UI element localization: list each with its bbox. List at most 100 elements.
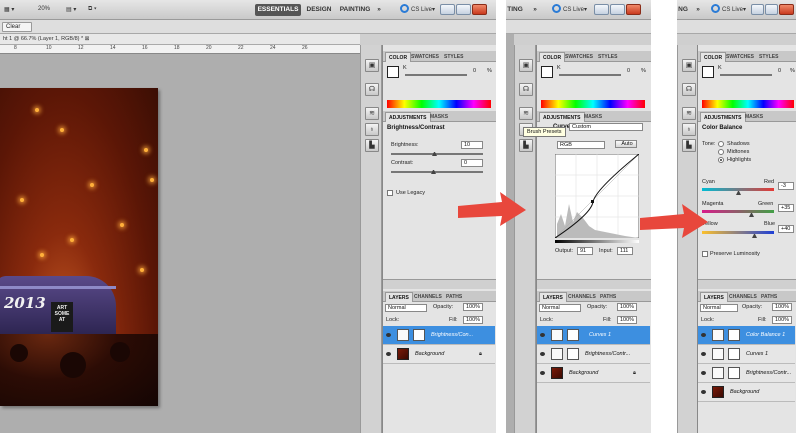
tab-styles[interactable]: STYLES xyxy=(756,52,781,62)
magenta-green-slider[interactable] xyxy=(702,210,774,213)
k-value[interactable]: 0 xyxy=(473,68,476,74)
opacity-field[interactable]: 100% xyxy=(772,303,792,311)
k-slider[interactable] xyxy=(559,74,621,76)
info-icon[interactable]: ☊ xyxy=(519,83,533,96)
visibility-eye-icon[interactable] xyxy=(701,371,706,375)
foreground-color-swatch[interactable] xyxy=(702,66,714,78)
tab-adjustments[interactable]: ADJUSTMENTS xyxy=(700,112,746,122)
workspace-painting[interactable]: TING xyxy=(506,4,524,16)
character-icon[interactable]: ▙ xyxy=(519,139,533,152)
character-icon[interactable]: ▙ xyxy=(682,139,696,152)
tab-styles[interactable]: STYLES xyxy=(441,52,466,62)
visibility-eye-icon[interactable] xyxy=(701,352,706,356)
color-spectrum[interactable] xyxy=(702,100,794,108)
tab-channels[interactable]: CHANNELS xyxy=(565,292,599,302)
fill-field[interactable]: 100% xyxy=(772,316,792,324)
fill-field[interactable]: 100% xyxy=(463,316,483,324)
visibility-eye-icon[interactable] xyxy=(540,352,545,356)
tab-swatches[interactable]: SWATCHES xyxy=(562,52,596,62)
k-value[interactable]: 0 xyxy=(778,68,781,74)
close-button[interactable] xyxy=(626,4,641,15)
visibility-eye-icon[interactable] xyxy=(540,371,545,375)
k-slider[interactable] xyxy=(405,74,467,76)
cs-live-button[interactable]: CS Live▾ xyxy=(552,4,587,16)
layer-row[interactable]: Brightness/Contr... xyxy=(698,364,795,383)
layer-row[interactable]: Brightness/Contr... xyxy=(537,345,650,364)
layer-row[interactable]: Background xyxy=(698,383,795,402)
tab-channels[interactable]: CHANNELS xyxy=(411,292,445,302)
magenta-green-knob[interactable] xyxy=(749,213,754,217)
output-field[interactable]: 91 xyxy=(577,247,593,255)
layer-row[interactable]: Color Balance 1 xyxy=(698,326,795,345)
restore-button[interactable] xyxy=(456,4,471,15)
brightness-field[interactable]: 10 xyxy=(461,141,483,149)
workspace-design[interactable]: DESIGN xyxy=(305,4,333,16)
clone-source-icon[interactable]: ♁ xyxy=(365,123,379,136)
channel-select[interactable]: RGB xyxy=(557,141,605,149)
contrast-slider[interactable] xyxy=(391,171,483,173)
blend-mode-select[interactable]: Normal xyxy=(539,304,581,312)
more-workspaces-button[interactable]: » xyxy=(374,4,384,16)
info-icon[interactable]: ☊ xyxy=(365,83,379,96)
tab-styles[interactable]: STYLES xyxy=(595,52,620,62)
restore-button[interactable] xyxy=(610,4,625,15)
cs-live-button[interactable]: CS Live▾ xyxy=(711,4,746,16)
foreground-color-swatch[interactable] xyxy=(541,66,553,78)
tab-masks[interactable]: MASKS xyxy=(581,112,605,122)
contrast-field[interactable]: 0 xyxy=(461,159,483,167)
more-workspaces-button[interactable]: » xyxy=(530,4,540,16)
tab-paths[interactable]: PATHS xyxy=(758,292,780,302)
highlights-radio[interactable] xyxy=(718,157,724,163)
brightness-slider[interactable] xyxy=(391,153,483,155)
clone-source-icon[interactable]: ♁ xyxy=(682,123,696,136)
midtones-radio[interactable] xyxy=(718,149,724,155)
brush-presets-icon[interactable]: ≋ xyxy=(365,107,379,120)
close-button[interactable] xyxy=(472,4,487,15)
minimize-button[interactable] xyxy=(751,4,764,15)
layer-row[interactable]: Curves 1 xyxy=(537,326,650,345)
color-spectrum[interactable] xyxy=(541,100,645,108)
restore-button[interactable] xyxy=(765,4,778,15)
visibility-eye-icon[interactable] xyxy=(701,390,706,394)
close-button[interactable] xyxy=(779,4,794,15)
opacity-field[interactable]: 100% xyxy=(617,303,637,311)
shadows-radio[interactable] xyxy=(718,141,724,147)
tab-masks[interactable]: MASKS xyxy=(427,112,451,122)
visibility-eye-icon[interactable] xyxy=(540,333,545,337)
layer-row[interactable]: Background 🔒︎ xyxy=(537,364,650,383)
foreground-color-swatch[interactable] xyxy=(387,66,399,78)
preserve-luminosity-checkbox[interactable] xyxy=(702,251,708,257)
magenta-green-field[interactable]: +35 xyxy=(778,204,794,212)
workspace-essentials[interactable]: ESSENTIALS xyxy=(255,4,301,16)
tab-channels[interactable]: CHANNELS xyxy=(726,292,760,302)
opacity-field[interactable]: 100% xyxy=(463,303,483,311)
history-icon[interactable]: ▣ xyxy=(682,59,696,72)
k-slider[interactable] xyxy=(720,74,772,76)
yellow-blue-slider[interactable] xyxy=(702,231,774,234)
blend-mode-select[interactable]: Normal xyxy=(700,304,738,312)
tab-paths[interactable]: PATHS xyxy=(597,292,619,302)
yellow-blue-field[interactable]: +40 xyxy=(778,225,794,233)
character-icon[interactable]: ▙ xyxy=(365,139,379,152)
curves-graph[interactable] xyxy=(555,154,639,238)
visibility-eye-icon[interactable] xyxy=(701,333,706,337)
document-photo[interactable]: 2013 ART SOME AT xyxy=(0,88,158,406)
tab-swatches[interactable]: SWATCHES xyxy=(723,52,757,62)
grid-icon[interactable]: ▦ ▾ xyxy=(4,6,14,13)
tab-swatches[interactable]: SWATCHES xyxy=(408,52,442,62)
tab-layers[interactable]: LAYERS xyxy=(385,292,413,302)
auto-button[interactable]: Auto xyxy=(615,140,637,148)
k-value[interactable]: 0 xyxy=(627,68,630,74)
layer-row[interactable]: Curves 1 xyxy=(698,345,795,364)
tab-paths[interactable]: PATHS xyxy=(443,292,465,302)
tab-adjustments[interactable]: ADJUSTMENTS xyxy=(539,112,585,122)
workspace-painting[interactable]: NG xyxy=(677,4,689,16)
layer-row[interactable]: Brightness/Con... xyxy=(383,326,495,345)
brightness-slider-knob[interactable] xyxy=(432,152,437,156)
arrange-icon[interactable]: ▤ ▾ xyxy=(66,6,76,13)
yellow-blue-knob[interactable] xyxy=(752,234,757,238)
preset-select[interactable]: Custom xyxy=(569,123,643,131)
visibility-eye-icon[interactable] xyxy=(386,333,391,337)
contrast-slider-knob[interactable] xyxy=(431,170,436,174)
more-workspaces-button[interactable]: » xyxy=(693,4,703,16)
